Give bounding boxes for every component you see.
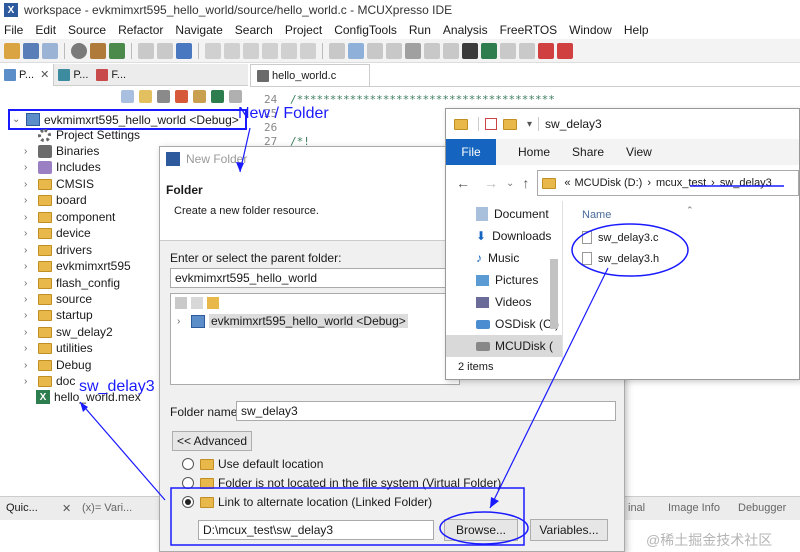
annotation-arrow	[79, 401, 166, 501]
annotation-box	[170, 487, 525, 546]
annotation-overlay	[79, 127, 784, 546]
annotation-circle	[571, 223, 689, 277]
annotation-circle	[439, 511, 529, 545]
annotation-arrow	[489, 267, 609, 509]
annotation-new-folder: New / Folder	[238, 105, 329, 122]
watermark: @稀土掘金技术社区	[646, 532, 773, 548]
arrowhead	[236, 162, 244, 172]
annotation-sw-delay3: sw_delay3	[79, 378, 155, 395]
